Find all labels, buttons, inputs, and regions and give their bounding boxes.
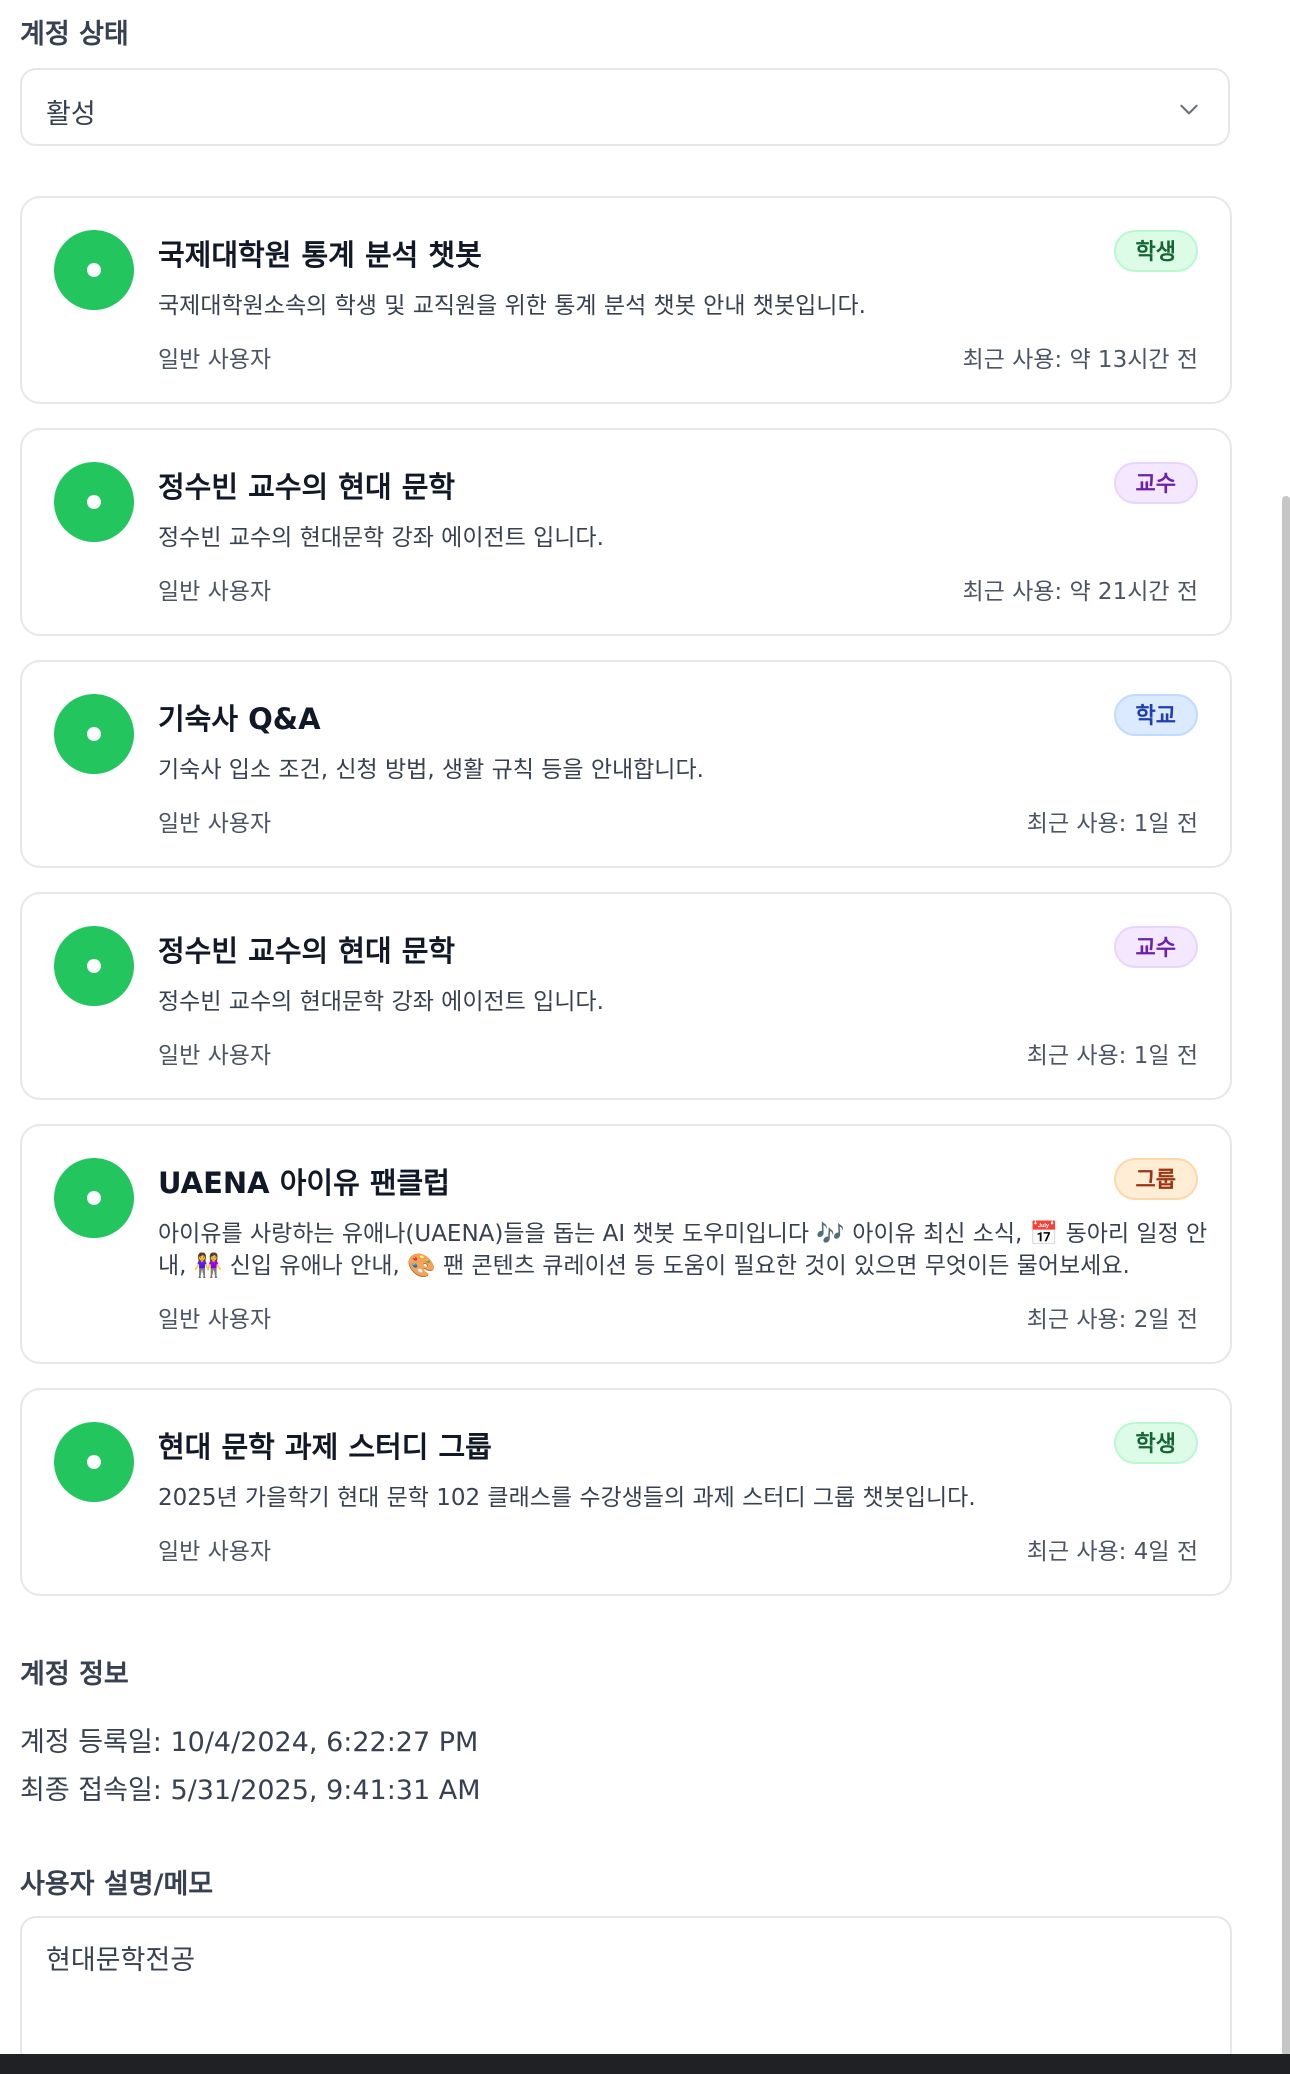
agent-last-used: 최근 사용: 1일 전 xyxy=(1026,1043,1198,1069)
agent-title: 국제대학원 통계 분석 챗봇 xyxy=(158,238,482,272)
agent-card[interactable]: 국제대학원 통계 분석 챗봇 학생 국제대학원소속의 학생 및 교직원을 위한 … xyxy=(20,196,1232,404)
agent-title: 기숙사 Q&A xyxy=(158,702,321,736)
memo-value: 현대문학전공 xyxy=(46,1945,196,1976)
agent-category-badge: 학생 xyxy=(1113,1422,1198,1464)
agent-description: 기숙사 입소 조건, 신청 방법, 생활 규칙 등을 안내합니다. xyxy=(158,757,704,783)
agent-card[interactable]: 정수빈 교수의 현대 문학 교수 정수빈 교수의 현대문학 강좌 에이전트 입니… xyxy=(20,428,1232,636)
agent-description: 국제대학원소속의 학생 및 교직원을 위한 통계 분석 챗봇 안내 챗봇입니다. xyxy=(158,293,866,319)
account-status-select[interactable]: 활성 xyxy=(20,68,1230,146)
taskbar xyxy=(0,2054,1290,2074)
agent-avatar-icon xyxy=(54,462,134,542)
agent-card[interactable]: 기숙사 Q&A 학교 기숙사 입소 조건, 신청 방법, 생활 규칙 등을 안내… xyxy=(20,660,1232,868)
agent-last-used: 최근 사용: 약 21시간 전 xyxy=(962,579,1198,605)
agent-avatar-icon xyxy=(54,694,134,774)
agent-last-used: 최근 사용: 4일 전 xyxy=(1026,1539,1198,1565)
agent-description: 2025년 가을학기 현대 문학 102 클래스를 수강생들의 과제 스터디 그… xyxy=(158,1485,976,1511)
agent-title: 정수빈 교수의 현대 문학 xyxy=(158,470,456,504)
agent-card[interactable]: 현대 문학 과제 스터디 그룹 학생 2025년 가을학기 현대 문학 102 … xyxy=(20,1388,1232,1596)
agent-user-role: 일반 사용자 xyxy=(158,579,272,605)
agent-user-role: 일반 사용자 xyxy=(158,1043,272,1069)
agent-title: 정수빈 교수의 현대 문학 xyxy=(158,934,456,968)
agent-user-role: 일반 사용자 xyxy=(158,347,272,373)
page-scrollbar[interactable] xyxy=(1282,496,1290,2056)
agent-category-badge: 교수 xyxy=(1113,462,1198,504)
agent-user-role: 일반 사용자 xyxy=(158,811,272,837)
agent-description: 정수빈 교수의 현대문학 강좌 에이전트 입니다. xyxy=(158,525,604,551)
agent-card[interactable]: UAENA 아이유 팬클럽 그룹 아이유를 사랑하는 유애나(UAENA)들을 … xyxy=(20,1124,1232,1364)
agent-avatar-icon xyxy=(54,1158,134,1238)
agent-last-used: 최근 사용: 1일 전 xyxy=(1026,811,1198,837)
agent-category-badge: 그룹 xyxy=(1113,1158,1198,1200)
chevron-down-icon xyxy=(1180,104,1198,115)
agent-avatar-icon xyxy=(54,926,134,1006)
agent-avatar-icon xyxy=(54,230,134,310)
account-status-label: 계정 상태 xyxy=(20,19,129,50)
agent-last-used: 최근 사용: 2일 전 xyxy=(1026,1307,1198,1333)
agent-description: 정수빈 교수의 현대문학 강좌 에이전트 입니다. xyxy=(158,989,604,1015)
agent-description: 아이유를 사랑하는 유애나(UAENA)들을 돕는 AI 챗봇 도우미입니다 🎶… xyxy=(158,1221,1208,1279)
agent-user-role: 일반 사용자 xyxy=(158,1307,272,1333)
agent-avatar-icon xyxy=(54,1422,134,1502)
memo-textarea[interactable]: 현대문학전공 xyxy=(20,1916,1232,2066)
account-status-value: 활성 xyxy=(46,99,96,130)
agent-category-badge: 학생 xyxy=(1113,230,1198,272)
registered-date: 계정 등록일: 10/4/2024, 6:22:27 PM xyxy=(20,1727,479,1758)
account-info-label: 계정 정보 xyxy=(20,1659,129,1690)
agent-category-badge: 교수 xyxy=(1113,926,1198,968)
agent-user-role: 일반 사용자 xyxy=(158,1539,272,1565)
agent-title: 현대 문학 과제 스터디 그룹 xyxy=(158,1430,492,1464)
agent-card[interactable]: 정수빈 교수의 현대 문학 교수 정수빈 교수의 현대문학 강좌 에이전트 입니… xyxy=(20,892,1232,1100)
agent-title: UAENA 아이유 팬클럽 xyxy=(158,1166,450,1200)
agent-category-badge: 학교 xyxy=(1113,694,1198,736)
agent-last-used: 최근 사용: 약 13시간 전 xyxy=(962,347,1198,373)
last-login-date: 최종 접속일: 5/31/2025, 9:41:31 AM xyxy=(20,1775,481,1806)
memo-label: 사용자 설명/메모 xyxy=(20,1869,214,1900)
